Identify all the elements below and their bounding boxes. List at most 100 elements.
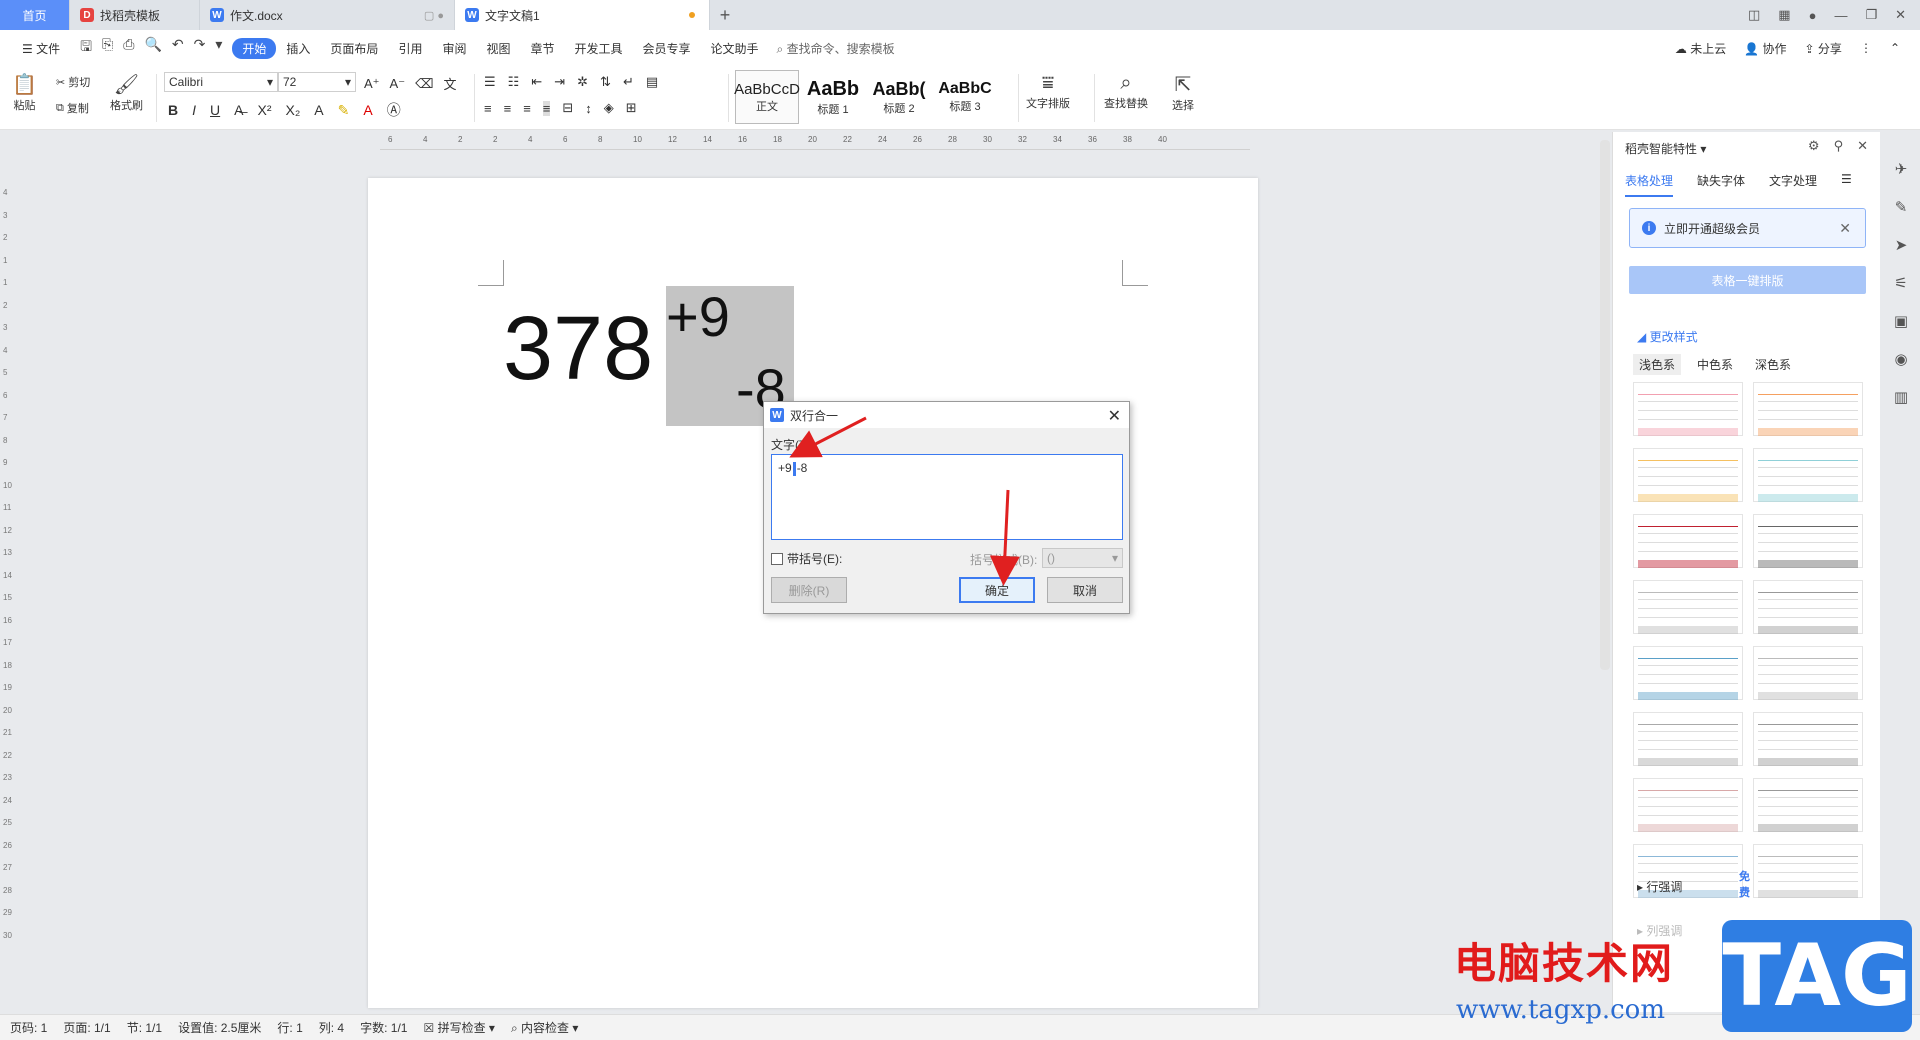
menu-icon[interactable]: ☰ [1841,172,1852,197]
table-style-thumb[interactable] [1753,448,1863,502]
menu-layout[interactable]: 页面布局 [320,40,388,57]
find-replace-button[interactable]: ⌕ 查找替换 [1104,72,1148,111]
font-size-select[interactable]: 72 ▾ [278,72,356,92]
status-words[interactable]: 字数: 1/1 [360,1019,407,1036]
share-button[interactable]: ⇪ 分享 [1805,40,1842,57]
book-icon[interactable]: ▥ [1894,388,1908,406]
tab-text-process[interactable]: 文字处理 [1769,172,1817,197]
location-icon[interactable]: ◉ [1894,350,1907,368]
content-check-button[interactable]: ⌕ 内容检查 ▾ [511,1019,578,1036]
table-style-thumb[interactable] [1753,580,1863,634]
subtab-light[interactable]: 浅色系 [1633,354,1682,375]
tab-table-process[interactable]: 表格处理 [1625,172,1674,197]
close-icon[interactable]: ✕ [1895,7,1906,23]
table-style-thumb[interactable] [1753,778,1863,832]
one-key-layout-button[interactable]: 表格一键排版 [1629,266,1866,294]
file-menu[interactable]: ☰ 文件 [12,40,70,57]
style-heading-1[interactable]: AaBb 标题 1 [801,70,865,124]
preview-icon[interactable]: 🔍 [144,36,161,60]
row-emphasis-section[interactable]: ▸ 行强调 [1637,878,1682,895]
menu-review[interactable]: 审阅 [432,40,476,57]
bullet-list-icon[interactable]: ☰ [484,74,496,90]
close-icon[interactable]: ✕ [1857,138,1868,154]
settings-icon[interactable]: ⚙ [1808,138,1820,154]
align-center-icon[interactable]: ≡ [504,101,512,116]
menu-vip[interactable]: 会员专享 [633,40,701,57]
avatar[interactable]: ● [1809,8,1817,23]
tab-template[interactable]: D 找稻壳模板 [70,0,200,30]
bracket-style-select[interactable]: () ▾ [1042,548,1123,568]
more-menu-icon[interactable]: ⋮ [1860,41,1872,55]
grid-icon[interactable]: ▦ [1778,7,1790,23]
export-icon[interactable]: ⎘ [102,36,113,60]
clear-format-icon[interactable]: ⌫ [415,76,433,92]
cancel-button[interactable]: 取消 [1047,577,1123,603]
undo-icon[interactable]: ↶ [172,36,184,60]
italic-icon[interactable]: I [192,102,196,118]
restore-icon[interactable]: ❐ [1865,7,1877,23]
status-section[interactable]: 节: 1/1 [127,1019,162,1036]
change-style-section[interactable]: ◢ 更改样式 [1637,328,1698,345]
grow-font-icon[interactable]: A⁺ [364,76,380,92]
layout-icon[interactable]: ◫ [1748,7,1760,23]
subscript-icon[interactable]: X₂ [285,102,300,118]
table-style-thumb[interactable] [1633,778,1743,832]
minimize-icon[interactable]: — [1834,8,1847,23]
line-spacing-icon[interactable]: ↕ [585,101,592,116]
style-heading-2[interactable]: AaBb(标题 2 [867,70,931,124]
panel-header[interactable]: 稻壳智能特性 ▾ [1625,140,1706,157]
menu-chapter[interactable]: 章节 [520,40,564,57]
style-normal[interactable]: AaBbCcD 正文 [734,70,800,124]
align-left-icon[interactable]: ≡ [484,101,492,116]
collapse-icon[interactable]: ⌃ [1890,41,1900,55]
status-col[interactable]: 列: 4 [319,1019,344,1036]
menu-start[interactable]: 开始 [232,37,277,59]
underline-icon[interactable]: U [210,102,220,118]
font-name-select[interactable]: Calibri ▾ [164,72,278,92]
select-button[interactable]: ⇱ 选择 [1172,72,1194,113]
table-style-thumb[interactable] [1633,580,1743,634]
menu-dev[interactable]: 开发工具 [565,40,633,57]
sliders-icon[interactable]: ⚟ [1894,274,1907,292]
more-icon[interactable]: ▾ [215,36,222,60]
border-icon[interactable]: ⊞ [626,100,637,116]
table-style-thumb[interactable] [1753,712,1863,766]
outdent-icon[interactable]: ⇤ [531,74,542,90]
cut-button[interactable]: ✂ 剪切 [56,74,90,90]
copy-button[interactable]: ⧉ 复制 [56,100,89,116]
table-style-thumb[interactable] [1753,646,1863,700]
paste-button[interactable]: 📋 粘贴 [12,72,37,113]
table-style-thumb[interactable] [1633,382,1743,436]
table-icon[interactable]: ▤ [646,74,658,90]
table-style-thumb[interactable] [1753,844,1863,898]
highlight-icon[interactable]: ✎ [338,102,350,119]
distribute-icon[interactable]: ⊟ [562,100,573,116]
format-painter-button[interactable]: 🖌 格式刷 [110,72,143,113]
align-right-icon[interactable]: ≡ [523,101,531,116]
show-marks-icon[interactable]: ↵ [623,74,634,90]
table-style-thumb[interactable] [1753,382,1863,436]
tab-close-icon[interactable]: ▢ ● [424,9,444,22]
font-color-icon[interactable]: A [363,102,372,118]
add-tab-button[interactable]: + [710,0,740,30]
text-input[interactable]: +9 -8 [771,454,1123,540]
command-search[interactable]: ⌕ 查找命令、搜索模板 [777,40,895,57]
numbered-list-icon[interactable]: ☷ [508,74,520,90]
justify-icon[interactable]: ≡ [542,100,551,116]
text-effect-icon[interactable]: A [314,102,323,118]
rocket-icon[interactable]: ✈ [1895,160,1908,178]
phonetic-icon[interactable]: 文 [443,74,456,93]
status-setting[interactable]: 设置值: 2.5厘米 [178,1019,261,1036]
indent-icon[interactable]: ⇥ [554,74,565,90]
pointer-icon[interactable]: ➤ [1895,236,1908,254]
print-icon[interactable]: ⎙ [123,36,134,60]
superscript-icon[interactable]: X² [257,102,271,118]
table-style-thumb[interactable] [1633,448,1743,502]
spell-check-button[interactable]: ☒ 拼写检查 ▾ [423,1019,494,1036]
pen-icon[interactable]: ✎ [1895,198,1908,216]
menu-reference[interactable]: 引用 [388,40,432,57]
close-icon[interactable]: ✕ [1108,406,1121,426]
status-page[interactable]: 页码: 1 [10,1019,47,1036]
char-border-icon[interactable]: Ⓐ [387,100,401,120]
delete-button[interactable]: 删除(R) [771,577,847,603]
